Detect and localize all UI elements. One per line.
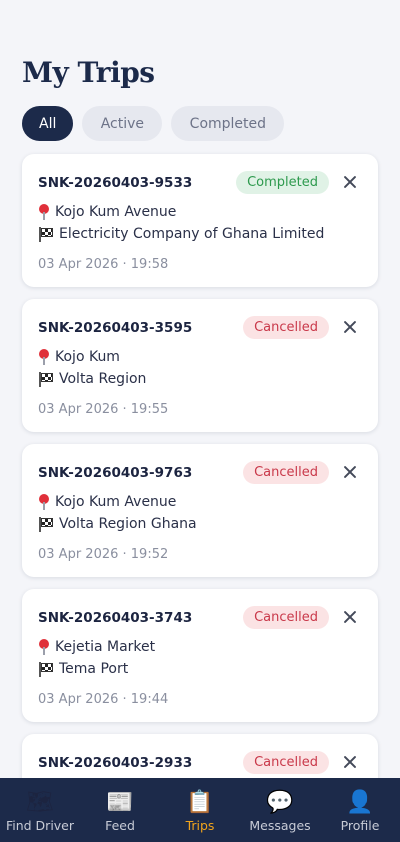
nav-trips[interactable]: 📋 Trips: [160, 789, 240, 833]
nav-find-driver[interactable]: 🗺 Find Driver: [0, 789, 80, 833]
trip-id: SNK-20260403-9763: [38, 465, 193, 481]
dropoff-location: Electricity Company of Ghana Limited: [38, 226, 324, 242]
dropoff-location: Tema Port: [38, 661, 128, 677]
pin-icon: [38, 639, 50, 655]
close-icon[interactable]: [339, 461, 361, 483]
trip-card[interactable]: SNK-20260403-9763 Cancelled Kojo Kum Ave…: [22, 444, 378, 577]
pickup-location: Kojo Kum Avenue: [38, 494, 176, 510]
tab-all[interactable]: All: [22, 106, 74, 141]
checkered-flag-icon: [38, 226, 54, 242]
pickup-location: Kojo Kum Avenue: [38, 204, 176, 220]
pin-icon: [38, 494, 50, 510]
pickup-label: Kojo Kum Avenue: [55, 494, 177, 510]
status-badge: Cancelled: [243, 751, 329, 774]
checkered-flag-icon: [38, 516, 54, 532]
close-icon[interactable]: [339, 751, 361, 773]
pickup-label: Kojo Kum Avenue: [55, 204, 177, 220]
nav-label: Trips: [185, 818, 215, 833]
dropoff-label: Electricity Company of Ghana Limited: [59, 226, 325, 242]
close-icon[interactable]: [339, 606, 361, 628]
trip-id: SNK-20260403-3743: [38, 610, 193, 626]
chat-icon: 💬: [266, 790, 294, 815]
trip-time: 03 Apr 2026 · 19:58: [38, 257, 169, 272]
dropoff-location: Volta Region: [38, 371, 146, 387]
trip-time: 03 Apr 2026 · 19:44: [38, 692, 169, 707]
trip-card[interactable]: SNK-20260403-3595 Cancelled Kojo Kum Vol…: [22, 299, 378, 432]
status-badge: Cancelled: [243, 461, 329, 484]
trip-id: SNK-20260403-2933: [38, 755, 193, 771]
trip-card[interactable]: SNK-20260403-3743 Cancelled Kejetia Mark…: [22, 589, 378, 722]
map-icon: 🗺: [26, 790, 54, 815]
checkered-flag-icon: [38, 661, 54, 677]
status-bar: [0, 0, 400, 36]
status-badge: Completed: [236, 171, 329, 194]
pickup-location: Kejetia Market: [38, 639, 155, 655]
dropoff-label: Volta Region: [59, 371, 147, 387]
tab-completed[interactable]: Completed: [171, 106, 285, 141]
tab-active[interactable]: Active: [82, 106, 163, 141]
nav-feed[interactable]: 📰 Feed: [80, 789, 160, 833]
pickup-location: Kojo Kum: [38, 349, 120, 365]
trip-time: 03 Apr 2026 · 19:55: [38, 402, 169, 417]
status-badge: Cancelled: [243, 606, 329, 629]
nav-label: Feed: [105, 818, 135, 833]
page-title: My Trips: [22, 56, 155, 89]
close-icon[interactable]: [339, 171, 361, 193]
trip-id: SNK-20260403-9533: [38, 175, 193, 191]
nav-label: Messages: [249, 818, 311, 833]
trip-time: 03 Apr 2026 · 19:52: [38, 547, 169, 562]
pickup-label: Kojo Kum: [55, 349, 120, 365]
pin-icon: [38, 349, 50, 365]
dropoff-label: Tema Port: [59, 661, 129, 677]
dropoff-location: Volta Region Ghana: [38, 516, 197, 532]
trip-list: SNK-20260403-9533 Completed Kojo Kum Ave…: [22, 154, 378, 842]
trip-id: SNK-20260403-3595: [38, 320, 193, 336]
clipboard-icon: 📋: [186, 790, 214, 815]
pickup-label: Kejetia Market: [55, 639, 156, 655]
pin-icon: [38, 204, 50, 220]
nav-label: Find Driver: [5, 818, 75, 833]
dropoff-label: Volta Region Ghana: [59, 516, 197, 532]
nav-profile[interactable]: 👤 Profile: [320, 789, 400, 833]
close-icon[interactable]: [339, 316, 361, 338]
newspaper-icon: 📰: [106, 790, 134, 815]
status-badge: Cancelled: [243, 316, 329, 339]
trip-card[interactable]: SNK-20260403-9533 Completed Kojo Kum Ave…: [22, 154, 378, 287]
checkered-flag-icon: [38, 371, 54, 387]
nav-label: Profile: [340, 818, 380, 833]
trip-filter-tabs: All Active Completed: [22, 106, 285, 141]
nav-messages[interactable]: 💬 Messages: [240, 789, 320, 833]
bottom-nav: 🗺 Find Driver 📰 Feed 📋 Trips 💬 Messages …: [0, 778, 400, 842]
person-icon: 👤: [346, 790, 374, 815]
